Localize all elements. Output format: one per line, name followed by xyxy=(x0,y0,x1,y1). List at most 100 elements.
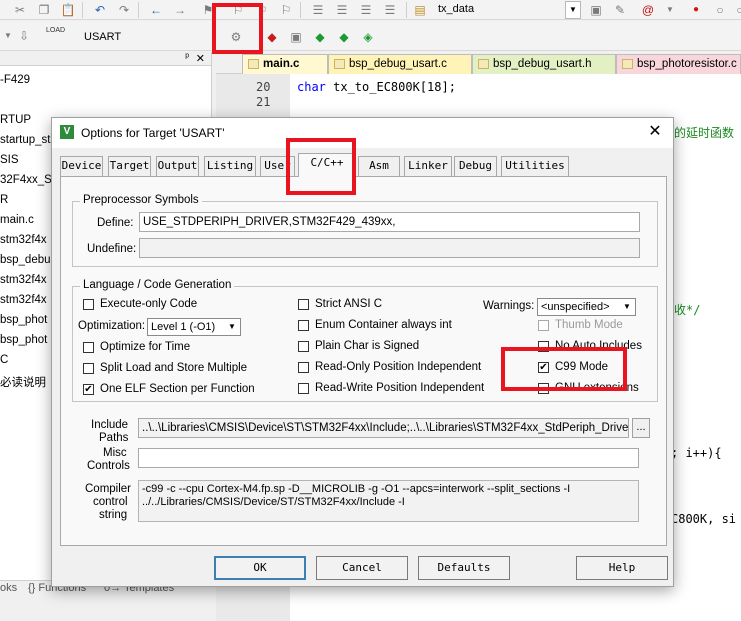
tab-bsp-debug-usart-c[interactable]: bsp_debug_usart.c xyxy=(328,54,472,74)
breakpoint-disable-icon[interactable]: ○ xyxy=(712,2,728,18)
unindent-icon[interactable]: ☰ xyxy=(334,2,350,18)
tree-item[interactable]: -F429 xyxy=(0,74,30,86)
target-select[interactable]: USART xyxy=(84,31,121,43)
build-toolbar: ▼ ⇩ LOAD USART ⚙ ◆ ▣ ◆ ◆ ◈ xyxy=(0,21,741,51)
misc-controls-field[interactable] xyxy=(138,448,639,468)
tab-asm[interactable]: Asm xyxy=(358,156,400,176)
tree-item[interactable]: R xyxy=(0,194,8,206)
dialog-titlebar: V Options for Target 'USART' ✕ xyxy=(52,118,673,148)
uncomment-icon[interactable]: ☰ xyxy=(382,2,398,18)
include-paths-field[interactable]: ..\..\Libraries\CMSIS\Device\ST\STM32F4x… xyxy=(138,418,629,438)
breakpoint-icon[interactable]: ● xyxy=(688,2,704,18)
run-time-env-icon[interactable]: ◈ xyxy=(360,29,376,45)
undo-icon[interactable]: ↶ xyxy=(92,2,108,18)
highlight-c99-mode xyxy=(501,347,627,391)
toolbar-separator xyxy=(300,2,301,18)
compiler-string-label: Compiler xyxy=(85,483,132,495)
tree-item[interactable]: stm32f4x xyxy=(0,274,47,286)
download-icon[interactable]: ⇩ xyxy=(16,28,32,44)
tree-item[interactable]: main.c xyxy=(0,214,34,226)
tree-item[interactable]: C xyxy=(0,354,8,366)
compiler-string-field[interactable]: -c99 -c --cpu Cortex-M4.fp.sp -D__MICROL… xyxy=(138,480,639,522)
tree-item[interactable]: 必读说明 xyxy=(0,374,46,390)
help-button[interactable]: Help xyxy=(576,556,668,580)
debug-dropdown-icon[interactable]: ▼ xyxy=(662,2,678,18)
toolbar-separator xyxy=(406,2,407,18)
checkbox-box xyxy=(298,383,309,394)
toolbar-separator xyxy=(138,2,139,18)
nav-back-icon[interactable]: ← xyxy=(148,2,164,18)
replace-icon[interactable]: ✎ xyxy=(612,2,628,18)
line-number: 21 xyxy=(256,95,271,109)
tree-item[interactable]: SIS xyxy=(0,154,19,166)
tab-bsp-debug-usart-h[interactable]: bsp_debug_usart.h xyxy=(472,54,616,74)
checkbox-box xyxy=(298,362,309,373)
optimization-select[interactable]: Level 1 (-O1) ▼ xyxy=(147,318,241,336)
find-combo-dropdown[interactable]: ▼ xyxy=(565,1,581,19)
tree-item[interactable]: bsp_phot xyxy=(0,334,47,346)
debug-icon[interactable]: @ xyxy=(640,2,656,18)
bookmark-clear-icon[interactable]: ⚐ xyxy=(278,2,294,18)
redo-icon[interactable]: ↷ xyxy=(116,2,132,18)
find-icon[interactable]: ▣ xyxy=(588,2,604,18)
group-label: Language / Code Generation xyxy=(80,279,235,291)
tree-item[interactable]: startup_st xyxy=(0,134,51,146)
tab-target[interactable]: Target xyxy=(108,156,151,176)
cut-icon[interactable]: ✂ xyxy=(12,2,28,18)
tab-listing[interactable]: Listing xyxy=(204,156,256,176)
warnings-select[interactable]: <unspecified> ▼ xyxy=(537,298,636,316)
pin-icon[interactable]: ᵖ xyxy=(185,52,189,63)
browse-include-button[interactable]: ... xyxy=(632,418,650,438)
tab-device[interactable]: Device xyxy=(60,156,103,176)
find-in-files-icon[interactable]: ▤ xyxy=(412,2,428,18)
h-file-icon xyxy=(478,59,489,69)
tree-item[interactable]: RTUP xyxy=(0,114,31,126)
checkbox-box xyxy=(298,341,309,352)
code-comment-fragment: 的延时函数 xyxy=(674,126,735,140)
code-line[interactable]: char tx_to_EC800K[18]; xyxy=(297,80,456,94)
compiler-string-label: string xyxy=(99,509,128,521)
tab-linker[interactable]: Linker xyxy=(404,156,452,176)
load-icon[interactable]: LOAD xyxy=(46,27,65,43)
checkbox-box xyxy=(538,320,549,331)
close-icon[interactable]: ✕ xyxy=(196,52,205,65)
undefine-label: Undefine: xyxy=(87,243,137,255)
undefine-field[interactable] xyxy=(139,238,640,258)
misc-controls-label: Controls xyxy=(87,460,130,472)
copy-icon[interactable]: ❐ xyxy=(36,2,52,18)
chevron-down-icon[interactable]: ▼ xyxy=(0,28,16,44)
file-extensions-icon[interactable]: ▣ xyxy=(288,29,304,45)
tab-output[interactable]: Output xyxy=(156,156,199,176)
tab-utilities[interactable]: Utilities xyxy=(501,156,569,176)
pack-installer-icon[interactable]: ◆ xyxy=(312,29,328,45)
breakpoint-kill-icon[interactable]: ○ xyxy=(732,2,741,18)
group-label: Preprocessor Symbols xyxy=(80,194,202,206)
tab-debug[interactable]: Debug xyxy=(454,156,497,176)
chevron-down-icon: ▼ xyxy=(228,322,236,331)
tab-main-c[interactable]: main.c xyxy=(242,54,328,74)
tree-item[interactable]: bsp_phot xyxy=(0,314,47,326)
tree-item[interactable]: 32F4xx_S xyxy=(0,174,52,186)
comment-icon[interactable]: ☰ xyxy=(358,2,374,18)
ok-button[interactable]: OK xyxy=(214,556,306,580)
tree-item[interactable]: stm32f4x xyxy=(0,294,47,306)
include-paths-label: Paths xyxy=(99,432,129,444)
cancel-button[interactable]: Cancel xyxy=(316,556,408,580)
nav-forward-icon[interactable]: → xyxy=(172,2,188,18)
define-field[interactable]: USE_STDPERIPH_DRIVER,STM32F429_439xx, xyxy=(139,212,640,232)
paste-icon[interactable]: 📋 xyxy=(60,2,76,18)
manage-components-icon[interactable]: ◆ xyxy=(264,29,280,45)
select-packs-icon[interactable]: ◆ xyxy=(336,29,352,45)
toolbar-separator xyxy=(82,2,83,18)
tree-item[interactable]: bsp_debu xyxy=(0,254,51,266)
defaults-button[interactable]: Defaults xyxy=(418,556,510,580)
tree-item[interactable]: stm32f4x xyxy=(0,234,47,246)
tab-bsp-photoresistor-c[interactable]: bsp_photoresistor.c xyxy=(616,54,741,74)
checkbox-box xyxy=(83,342,94,353)
close-icon[interactable]: ✕ xyxy=(645,122,665,142)
find-combo-text[interactable]: tx_data xyxy=(438,3,474,15)
project-tree-header: ᵖ ✕ xyxy=(0,52,211,66)
c-file-icon xyxy=(334,59,345,69)
indent-icon[interactable]: ☰ xyxy=(310,2,326,18)
tab-books[interactable]: oks xyxy=(0,582,17,594)
